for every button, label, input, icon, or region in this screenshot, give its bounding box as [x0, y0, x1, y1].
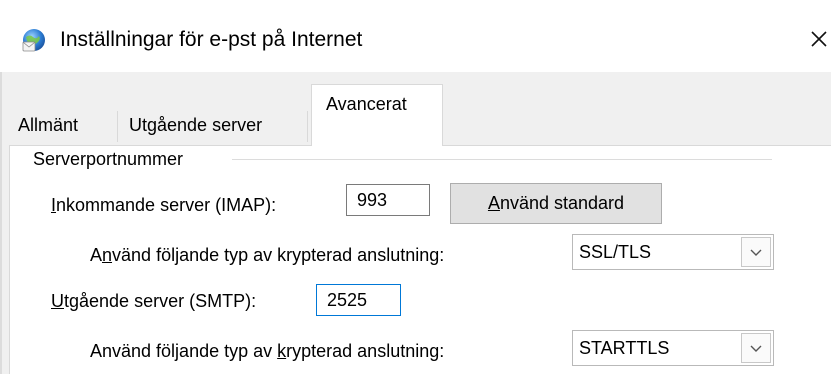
incoming-server-label-text: nkommande server (IMAP): [56, 195, 277, 215]
globe-mail-icon [21, 27, 47, 53]
window-title: Inställningar för e-pst på Internet [60, 28, 363, 51]
outgoing-server-label-accesskey: U [51, 291, 64, 311]
outgoing-encryption-dropdown-button[interactable] [741, 333, 771, 363]
incoming-encryption-label-post: vänd följande typ av krypterad anslutnin… [112, 245, 445, 265]
tab-divider [307, 111, 308, 142]
tab-utgaende-server[interactable]: Utgående server [121, 109, 270, 142]
incoming-encryption-label-accesskey: n [102, 245, 113, 265]
outgoing-server-label: Utgående server (SMTP): [51, 288, 256, 314]
outgoing-encryption-label-accesskey: k [277, 341, 287, 361]
use-default-button-label: nvänd standard [499, 193, 625, 213]
dialog-left-edge [0, 72, 2, 374]
incoming-encryption-dropdown-button[interactable] [741, 237, 771, 267]
chevron-down-icon [750, 249, 762, 256]
use-default-button[interactable]: Använd standard [450, 183, 662, 224]
outgoing-port-input[interactable]: 2525 [316, 284, 401, 316]
incoming-encryption-select[interactable]: SSL/TLS [572, 234, 774, 270]
outgoing-server-label-text: tgående server (SMTP): [64, 291, 257, 311]
incoming-encryption-value: SSL/TLS [579, 242, 652, 262]
outgoing-encryption-label: Använd följande typ av krypterad anslutn… [90, 338, 444, 364]
incoming-port-input[interactable]: 993 [346, 184, 430, 216]
incoming-encryption-label-pre: A [90, 245, 103, 265]
chevron-down-icon [750, 345, 762, 352]
close-icon [811, 31, 827, 47]
close-button[interactable] [806, 22, 831, 56]
outgoing-encryption-label-pre: Använd följande typ av [90, 341, 278, 361]
incoming-server-label: Inkommande server (IMAP): [51, 192, 276, 218]
outgoing-encryption-value: STARTTLS [579, 338, 670, 358]
tab-avancerat[interactable]: Avancerat [311, 84, 443, 146]
tab-allmant[interactable]: Allmänt [10, 109, 86, 142]
group-label-serverportnummer: Serverportnummer [33, 146, 190, 172]
tab-divider [117, 111, 118, 142]
incoming-encryption-label: Använd följande typ av krypterad anslutn… [90, 242, 444, 268]
outgoing-encryption-select[interactable]: STARTTLS [572, 330, 774, 366]
outgoing-encryption-label-post: rypterad anslutning: [286, 341, 445, 361]
title-bar: Inställningar för e-pst på Internet [0, 0, 831, 72]
group-divider [232, 159, 772, 160]
use-default-button-accesskey: A [487, 193, 500, 213]
